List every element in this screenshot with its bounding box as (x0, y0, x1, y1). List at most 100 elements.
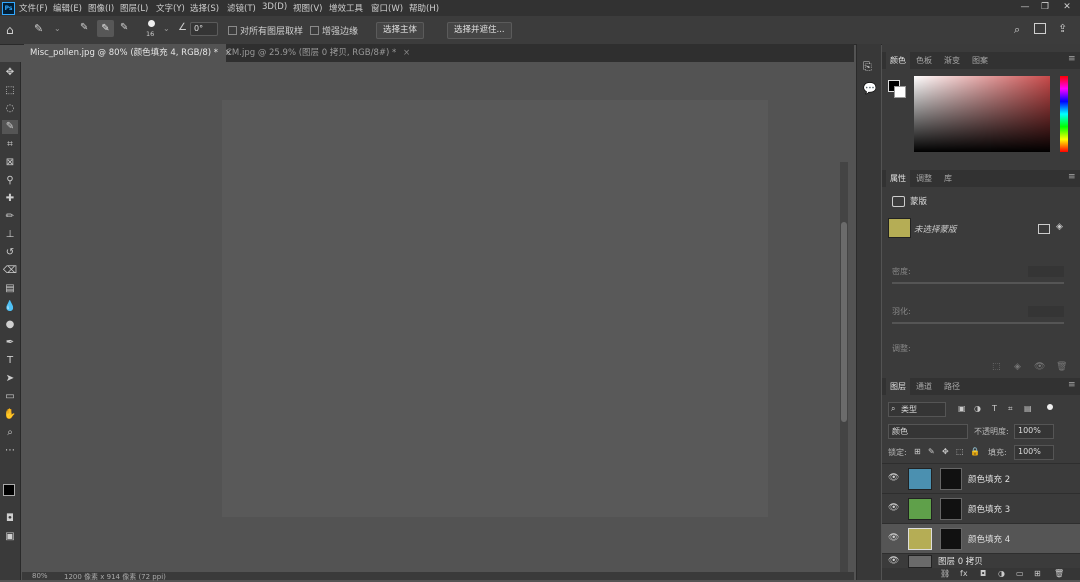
layer-mask-thumbnail[interactable] (940, 468, 962, 490)
filter-smart-object-icon[interactable]: ▤ (1024, 404, 1032, 413)
tab-swatches[interactable]: 色板 (912, 52, 936, 69)
quick-select-tool-icon[interactable]: ✎ (34, 22, 43, 35)
close-icon[interactable]: ✕ (1060, 1, 1074, 14)
link-layers-icon[interactable]: ⛓ (940, 569, 950, 578)
angle-input[interactable]: 0° (190, 22, 218, 36)
screen-mode-icon[interactable]: ▣ (2, 530, 18, 544)
lock-pixels-icon[interactable]: ✎ (928, 447, 935, 456)
tab-misc-pollen[interactable]: Misc_pollen.jpg @ 80% (颜色填充 4, RGB/8) * … (24, 44, 232, 62)
enhance-edge-checkbox[interactable] (310, 26, 319, 35)
select-and-mask-button[interactable]: 选择并遮住... (447, 22, 512, 39)
history-panel-icon[interactable]: ⎘ (863, 60, 872, 74)
menu-file[interactable]: 文件(F) (19, 2, 48, 14)
pixel-mask-icon[interactable] (1038, 224, 1050, 234)
eye-icon[interactable]: 👁 (888, 503, 899, 513)
lasso-tool-icon[interactable]: ◌ (2, 102, 18, 116)
add-mask-icon[interactable]: ◘ (980, 569, 986, 578)
more-tools-icon[interactable]: ⋯ (2, 444, 18, 458)
blur-tool-icon[interactable]: 💧 (2, 300, 18, 314)
healing-brush-icon[interactable]: ✚ (2, 192, 18, 206)
clone-stamp-icon[interactable]: ⊥ (2, 228, 18, 242)
load-selection-icon[interactable]: ⬚ (992, 362, 1001, 372)
lock-all-icon[interactable]: 🔒 (970, 447, 980, 456)
layer-name[interactable]: 颜色填充 3 (968, 503, 1010, 515)
lock-position-icon[interactable]: ✥ (942, 447, 949, 456)
sample-all-layers-checkbox[interactable] (228, 26, 237, 35)
quick-select-tool-icon[interactable]: ✎ (2, 120, 18, 134)
layer-style-icon[interactable]: fx (960, 569, 968, 578)
tab-layers[interactable]: 图层 (886, 378, 910, 395)
tab-color[interactable]: 颜色 (886, 52, 910, 69)
document-canvas[interactable] (222, 100, 768, 517)
fill-input[interactable]: 100% (1014, 445, 1054, 460)
apply-mask-icon[interactable]: ◈ (1014, 362, 1021, 372)
color-picker-field[interactable] (914, 76, 1050, 152)
chevron-down-icon[interactable]: ⌄ (54, 24, 61, 33)
foreground-color-swatch[interactable] (3, 484, 15, 496)
layer-row[interactable]: 👁 颜色填充 3 (882, 493, 1080, 523)
layer-row[interactable]: 👁 颜色填充 2 (882, 463, 1080, 493)
history-brush-icon[interactable]: ↺ (2, 246, 18, 260)
menu-help[interactable]: 帮助(H) (409, 2, 439, 14)
feather-input[interactable] (1028, 306, 1064, 317)
menu-window[interactable]: 窗口(W) (371, 2, 403, 14)
panel-menu-icon[interactable]: ≡ (1068, 54, 1076, 64)
move-tool-icon[interactable]: ✥ (2, 66, 18, 80)
new-selection-icon[interactable]: ✎ (80, 22, 88, 33)
menu-layer[interactable]: 图层(L) (120, 2, 148, 14)
tab-libraries[interactable]: 库 (940, 170, 956, 187)
dodge-tool-icon[interactable]: ● (2, 318, 18, 332)
zoom-level[interactable]: 80% (32, 572, 48, 580)
new-group-icon[interactable]: ▭ (1016, 569, 1024, 578)
lock-artboard-icon[interactable]: ⬚ (956, 447, 964, 456)
menu-plugins[interactable]: 增效工具 (329, 2, 363, 14)
density-slider[interactable] (892, 282, 1064, 284)
filter-adjustment-icon[interactable]: ◑ (974, 404, 981, 413)
workspace-icon[interactable] (1034, 23, 1046, 34)
eye-icon[interactable]: 👁 (888, 556, 899, 566)
share-icon[interactable]: ⇪ (1058, 22, 1067, 35)
subtract-selection-icon[interactable]: ✎ (120, 22, 128, 33)
feather-slider[interactable] (892, 322, 1064, 324)
layer-mask-thumbnail[interactable] (940, 528, 962, 550)
brush-tool-icon[interactable]: ✏ (2, 210, 18, 224)
lock-transparent-icon[interactable]: ⊞ (914, 447, 921, 456)
layer-name[interactable]: 图层 0 拷贝 (938, 555, 983, 567)
panel-menu-icon[interactable]: ≡ (1068, 172, 1076, 182)
quick-mask-icon[interactable]: ◘ (2, 512, 18, 526)
eraser-tool-icon[interactable]: ⌫ (2, 264, 18, 278)
menu-3d[interactable]: 3D(D) (262, 2, 287, 12)
close-icon[interactable]: × (403, 48, 410, 58)
type-tool-icon[interactable]: T (2, 354, 18, 368)
tab-gradients[interactable]: 渐变 (940, 52, 964, 69)
rectangle-tool-icon[interactable]: ▭ (2, 390, 18, 404)
menu-image[interactable]: 图像(I) (88, 2, 114, 14)
eyedropper-tool-icon[interactable]: ⚲ (2, 174, 18, 188)
brush-preview-icon[interactable] (148, 20, 155, 27)
hue-slider[interactable] (1060, 76, 1068, 152)
menu-view[interactable]: 视图(V) (293, 2, 322, 14)
maximize-icon[interactable]: ❐ (1038, 1, 1052, 14)
menu-type[interactable]: 文字(Y) (156, 2, 185, 14)
crop-tool-icon[interactable]: ⌗ (2, 138, 18, 152)
vector-mask-icon[interactable]: ◈ (1056, 222, 1063, 232)
filter-pixel-icon[interactable]: ▣ (958, 404, 966, 413)
filter-toggle-icon[interactable] (1047, 404, 1053, 410)
gradient-tool-icon[interactable]: ▤ (2, 282, 18, 296)
layer-row-selected[interactable]: 👁 颜色填充 4 (882, 523, 1080, 553)
tab-channels[interactable]: 通道 (912, 378, 936, 395)
layer-filter-dropdown[interactable]: ⌕ 类型 (888, 402, 946, 417)
delete-icon[interactable]: 🗑 (1056, 362, 1067, 372)
tab-adjustments[interactable]: 调整 (912, 170, 936, 187)
vertical-scrollbar[interactable] (840, 162, 848, 572)
new-layer-icon[interactable]: ⊞ (1034, 569, 1041, 578)
eye-icon[interactable]: 👁 (888, 533, 899, 543)
panel-menu-icon[interactable]: ≡ (1068, 380, 1076, 390)
blend-mode-select[interactable]: 颜色 (888, 424, 968, 439)
density-input[interactable] (1028, 266, 1064, 277)
comments-panel-icon[interactable]: 💬 (863, 82, 877, 95)
adjustment-layer-icon[interactable]: ◑ (998, 569, 1005, 578)
tab-patterns[interactable]: 图案 (968, 52, 992, 69)
chevron-down-icon[interactable]: ⌄ (163, 24, 170, 33)
search-icon[interactable]: ⌕ (1014, 23, 1020, 37)
